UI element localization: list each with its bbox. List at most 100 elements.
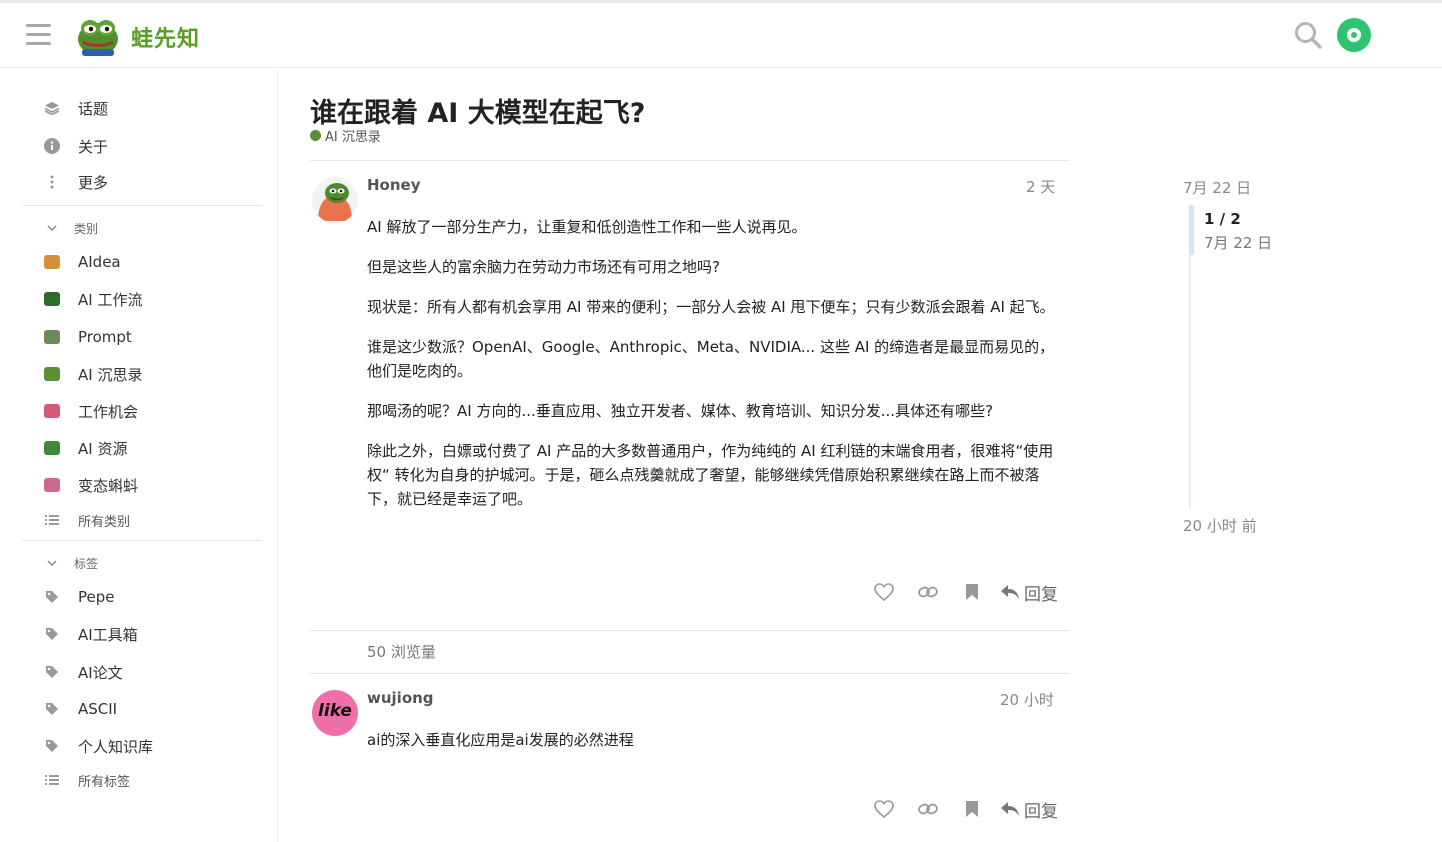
tags-header: 标签 [74, 556, 99, 571]
post-date[interactable]: 2 天 [1026, 176, 1055, 197]
post-actions: 回复 [858, 577, 1058, 607]
reply-arrow-icon [1001, 802, 1019, 816]
hamburger-menu-icon[interactable] [26, 24, 51, 46]
sidebar-item-tag[interactable]: AI工具箱 [40, 619, 262, 649]
reply-button[interactable]: 回复 [1000, 580, 1058, 605]
post-body: ai的深入垂直化应用是ai发展的必然进程 [367, 728, 1062, 768]
category-label: AI 沉思录 [78, 365, 143, 384]
reply-label: 回复 [1024, 801, 1058, 822]
reply-button[interactable]: 回复 [1000, 797, 1058, 822]
pepe-logo-icon[interactable] [75, 13, 121, 57]
list-icon [40, 774, 64, 786]
reply-arrow-icon [1001, 585, 1019, 599]
tag-icon [40, 590, 64, 604]
post-paragraph: 谁是这少数派？OpenAI、Google、Anthropic、Meta、NVID… [367, 338, 1055, 380]
divider [310, 630, 1070, 631]
site-header: 蛙先知 [0, 3, 1442, 68]
sidebar-item-more[interactable]: 更多 [40, 167, 262, 197]
sidebar-item-tag[interactable]: 个人知识库 [40, 731, 262, 761]
tag-label: AI工具箱 [78, 625, 138, 644]
topic-category-badge[interactable]: AI 沉思录 [310, 126, 381, 145]
sidebar-item-category[interactable]: 变态蝌蚪 [40, 470, 262, 500]
sidebar-item-category[interactable]: AIdea [40, 247, 262, 277]
sidebar-item-tag[interactable]: Pepe [40, 582, 262, 612]
post-date[interactable]: 20 小时 [1000, 689, 1054, 710]
post-paragraph: 现状是：所有人都有机会享用 AI 带来的便利；一部分人会被 AI 甩下便车；只有… [367, 298, 1055, 316]
sidebar-item-label: 关于 [78, 137, 109, 156]
category-label: AIdea [78, 253, 121, 271]
post-avatar[interactable]: like [312, 690, 358, 736]
site-name[interactable]: 蛙先知 [131, 21, 200, 53]
sidebar-item-label: 所有标签 [78, 774, 131, 790]
sidebar-item-all-tags[interactable]: 所有标签 [40, 765, 262, 795]
topic-views: 50 浏览量 [367, 643, 436, 661]
avatar-text: like [318, 701, 352, 721]
tag-label: ASCII [78, 700, 118, 718]
copy-link-icon[interactable] [906, 794, 950, 824]
like-heart-icon[interactable] [862, 577, 906, 607]
divider [310, 673, 1070, 674]
sidebar-item-tag[interactable]: AI论文 [40, 657, 262, 687]
category-icon [40, 255, 64, 269]
divider [310, 160, 1070, 161]
timeline-start-date[interactable]: 7月 22 日 [1183, 177, 1251, 198]
category-icon [40, 441, 64, 455]
sidebar-item-category[interactable]: 工作机会 [40, 396, 262, 426]
sidebar-item-category[interactable]: AI 工作流 [40, 284, 262, 314]
category-label: Prompt [78, 328, 132, 346]
sidebar-item-label: 更多 [78, 173, 109, 192]
post-paragraph: ai的深入垂直化应用是ai发展的必然进程 [367, 731, 634, 749]
sidebar-item-topics[interactable]: 话题 [40, 93, 262, 123]
sidebar-item-label: 所有类别 [78, 514, 131, 530]
post-paragraph: 除此之外，白嫖或付费了 AI 产品的大多数普通用户，作为纯纯的 AI 红利链的末… [367, 442, 1054, 508]
tag-icon [40, 627, 64, 641]
post-avatar[interactable] [312, 177, 358, 223]
post-paragraph: 那喝汤的呢？AI 方向的...垂直应用、独立开发者、媒体、教育培训、知识分发..… [367, 402, 994, 420]
sidebar-item-tag[interactable]: ASCII [40, 694, 262, 724]
reply-label: 回复 [1024, 584, 1058, 605]
bookmark-icon[interactable] [950, 577, 994, 607]
tags-section-toggle[interactable]: 标签 [40, 551, 98, 575]
sidebar-divider [22, 540, 262, 541]
tag-icon [40, 665, 64, 679]
category-label: AI 资源 [78, 439, 128, 458]
tag-label: AI论文 [78, 663, 123, 682]
layers-icon [40, 101, 64, 115]
user-avatar-icon[interactable] [1337, 18, 1371, 52]
category-label: AI 工作流 [78, 290, 143, 309]
topic-category-label: AI 沉思录 [325, 130, 381, 145]
timeline-position-date: 7月 22 日 [1204, 234, 1273, 252]
category-icon [40, 330, 64, 344]
post-paragraph: 但是这些人的富余脑力在劳动力市场还有可用之地吗? [367, 258, 720, 276]
search-icon[interactable] [1293, 20, 1323, 50]
sidebar-item-category[interactable]: AI 资源 [40, 433, 262, 463]
bookmark-icon[interactable] [950, 794, 994, 824]
tag-icon [40, 702, 64, 716]
tag-label: 个人知识库 [78, 737, 154, 756]
like-heart-icon[interactable] [862, 794, 906, 824]
list-icon [40, 514, 64, 526]
sidebar-item-about[interactable]: 关于 [40, 131, 262, 161]
category-icon [40, 478, 64, 492]
post-body: AI 解放了一部分生产力，让重复和低创造性工作和一些人说再见。 但是这些人的富余… [367, 215, 1062, 527]
timeline-scroll-handle[interactable] [1189, 205, 1194, 255]
info-icon [40, 138, 64, 154]
categories-header: 类别 [74, 221, 99, 236]
sidebar-item-category[interactable]: AI 沉思录 [40, 359, 262, 389]
post-username[interactable]: wujiong [367, 689, 434, 707]
topic-title[interactable]: 谁在跟着 AI 大模型在起飞? [310, 91, 645, 130]
timeline-end-date[interactable]: 20 小时 前 [1183, 515, 1257, 536]
category-icon [40, 292, 64, 306]
sidebar-item-category[interactable]: Prompt [40, 322, 262, 352]
timeline-position: 1 / 2 [1204, 210, 1241, 228]
sidebar-item-all-categories[interactable]: 所有类别 [40, 505, 262, 535]
chevron-down-icon [40, 560, 64, 566]
tag-icon [40, 739, 64, 753]
sidebar-item-label: 话题 [78, 99, 109, 118]
copy-link-icon[interactable] [906, 577, 950, 607]
sidebar-divider [22, 205, 262, 206]
post-username[interactable]: Honey [367, 176, 421, 194]
category-icon [310, 130, 321, 141]
post-paragraph: AI 解放了一部分生产力，让重复和低创造性工作和一些人说再见。 [367, 218, 807, 236]
categories-section-toggle[interactable]: 类别 [40, 216, 98, 240]
